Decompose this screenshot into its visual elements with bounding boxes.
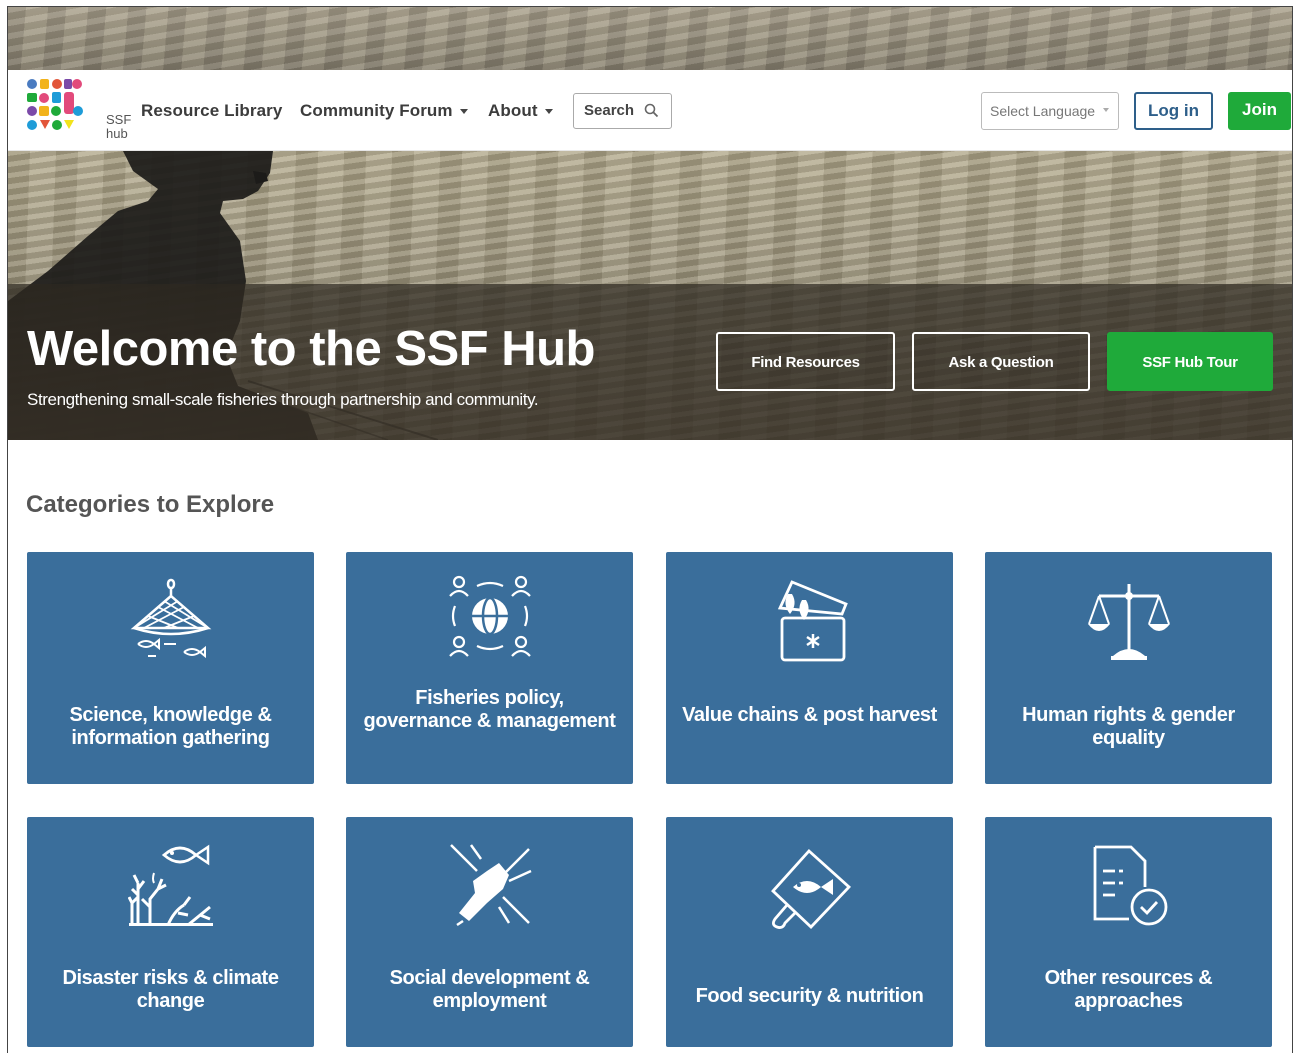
- category-card-science[interactable]: Science, knowledge & information gatheri…: [27, 552, 314, 784]
- category-label: Value chains & post harvest: [682, 704, 937, 726]
- search-button[interactable]: Search: [573, 93, 672, 129]
- nav-about[interactable]: About: [488, 101, 553, 121]
- join-button[interactable]: Join: [1228, 92, 1291, 130]
- category-card-value-chains[interactable]: Value chains & post harvest: [666, 552, 953, 784]
- browser-viewport: SSF hub Resource Library Community Forum…: [7, 6, 1293, 1053]
- find-resources-button[interactable]: Find Resources: [716, 332, 895, 391]
- fish-cutting-board-icon: [770, 849, 851, 929]
- search-icon: [644, 103, 659, 118]
- search-label: Search: [584, 102, 635, 119]
- language-select[interactable]: Select Language: [981, 92, 1119, 130]
- caret-down-icon: [459, 109, 468, 115]
- hero-subtitle: Strengthening small-scale fisheries thro…: [27, 390, 539, 409]
- nav-community-forum-label: Community Forum: [300, 101, 453, 120]
- select-arrow-icon: [1103, 108, 1109, 112]
- hero-banner: Welcome to the SSF Hub Strengthening sma…: [8, 151, 1292, 440]
- joined-hands-icon: [449, 844, 532, 927]
- category-card-policy[interactable]: Fisheries policy, governance & managemen…: [346, 552, 633, 784]
- navbar: SSF hub Resource Library Community Forum…: [8, 70, 1292, 151]
- logo-text-ssf: SSF: [106, 112, 132, 127]
- category-label: Science, knowledge & information gatheri…: [69, 704, 272, 749]
- document-check-icon: [1093, 845, 1167, 926]
- fishing-net-icon: [130, 578, 211, 659]
- category-label: Food security & nutrition: [695, 985, 924, 1007]
- category-label: Human rights & gender equality: [1022, 704, 1235, 749]
- hero-title: Welcome to the SSF Hub: [27, 322, 595, 376]
- categories-heading: Categories to Explore: [26, 491, 275, 518]
- ssf-hub-tour-button[interactable]: SSF Hub Tour: [1107, 332, 1273, 391]
- nav-community-forum[interactable]: Community Forum: [300, 101, 468, 121]
- fish-cooler-icon: [777, 580, 848, 662]
- ask-question-button[interactable]: Ask a Question: [912, 332, 1090, 391]
- caret-down-icon: [544, 109, 553, 115]
- category-label: Social development & employment: [389, 967, 590, 1012]
- category-label: Disaster risks & climate change: [62, 967, 279, 1012]
- login-button[interactable]: Log in: [1134, 92, 1213, 130]
- globe-people-icon: [448, 575, 531, 657]
- language-select-label: Select Language: [990, 103, 1096, 119]
- header-photo-strip: [8, 7, 1292, 70]
- scales-icon: [1087, 584, 1170, 660]
- category-card-human-rights[interactable]: Human rights & gender equality: [985, 552, 1272, 784]
- category-card-social[interactable]: Social development & employment: [346, 817, 633, 1047]
- category-card-food-security[interactable]: Food security & nutrition: [666, 817, 953, 1047]
- logo-text-hub: hub: [106, 126, 128, 141]
- category-card-other[interactable]: Other resources & approaches: [985, 817, 1272, 1047]
- category-label: Fisheries policy, governance & managemen…: [363, 687, 616, 732]
- nav-resource-library[interactable]: Resource Library: [141, 101, 282, 121]
- category-label: Other resources & approaches: [1044, 967, 1213, 1012]
- category-card-disaster[interactable]: Disaster risks & climate change: [27, 817, 314, 1047]
- logo-mark-icon: [27, 79, 83, 130]
- ssf-hub-logo[interactable]: SSF hub: [26, 78, 131, 141]
- coral-fish-icon: [127, 844, 213, 927]
- nav-about-label: About: [488, 101, 538, 120]
